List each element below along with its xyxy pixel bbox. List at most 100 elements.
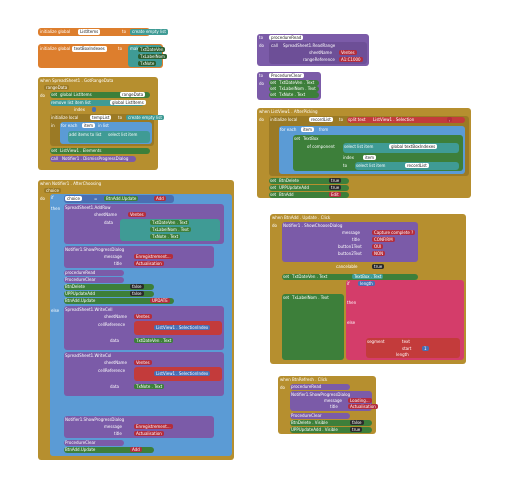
bool-true[interactable]: true [350,427,363,432]
set-delete-visible[interactable]: BtnDelete false [64,284,154,290]
split-comma[interactable]: , [447,117,453,122]
set-upp-visible[interactable]: set UPPUpdateAdd true [269,185,349,191]
dialog-message[interactable]: Capture complete ? [372,230,416,235]
global-textbox-block[interactable]: initialize global textBoxIndexes to make… [38,44,167,68]
bool-false[interactable]: false [350,420,364,425]
add-items-block[interactable]: add items to list select list item [68,131,150,143]
selection-index[interactable]: ListView1 . SelectionIndex [154,325,211,330]
bool-true[interactable]: true [329,185,342,190]
set-upp-visible[interactable]: UPPUpdateAdd false [64,291,154,297]
set-textbox-text[interactable]: set TextBox of component select list ite… [293,135,463,171]
call-procclear[interactable]: ProcedureClear [290,413,350,419]
call-writecell[interactable]: SpreadSheet1.WriteCell sheetName Ventes … [64,306,224,350]
create-empty-list[interactable]: create empty list [130,29,168,35]
button1-value[interactable]: OUI [372,244,384,249]
range-value[interactable]: A1:C1000 [339,57,363,62]
local-name[interactable]: recordList [309,117,333,122]
init-local-recordlist[interactable]: initialize local recordList to split tex… [269,116,469,176]
progress-message[interactable]: Enregistrement... [134,254,173,259]
param-choice[interactable]: choice [44,188,61,193]
event-btnadd-click[interactable]: when BtnAdd . Update . Click do Notifier… [270,214,466,364]
data-item-2[interactable]: TxNote . Text [150,234,181,239]
get-rangedata[interactable]: rangeData [120,92,146,97]
set-delete-visible[interactable]: BtnDelete . Visible false [290,420,372,426]
segment-block[interactable]: segment text start 1 length [366,338,460,358]
text-update[interactable]: UPDATE [150,298,170,303]
readrange-call[interactable]: call SpreadSheet1.ReadRange sheetName Ve… [269,42,367,64]
progress-message[interactable]: Loading... [348,398,372,403]
get-item[interactable]: item [363,155,377,160]
set-btndelete-visible[interactable]: set BtnDelete true [269,178,349,184]
call-progress[interactable]: Notifier1.ShowProgressDialog message Loa… [290,391,378,411]
text-add[interactable]: Add [154,196,166,201]
cancelable-value[interactable]: true [372,264,385,269]
sheet-value[interactable]: Ventes [128,212,146,217]
local-empty[interactable]: create empty list [126,115,164,120]
btnadd-text[interactable]: BtnAdd.Update [104,196,139,201]
global-name[interactable]: ListItems [78,29,101,35]
make-list-data[interactable]: TxtDateVen . Text TxLabelNom . Text TxNo… [120,219,220,241]
set-row-2[interactable]: set TxNote . Text [269,92,319,98]
call-progress-2[interactable]: Notifier1.ShowProgressDialog message Enr… [64,416,214,438]
local-name[interactable]: tempList [90,115,112,120]
data-item-0[interactable]: TxtDateVen . Text [150,220,190,225]
data-value[interactable]: TxNote . Text [134,384,165,389]
split-text[interactable]: split text ListView1 . Selection , [347,117,465,123]
progress-title[interactable]: Actualisation [348,404,378,409]
init-local-block[interactable]: initialize local tempList to create empt… [50,114,164,146]
set-label-text[interactable]: set TxLabelNom . Text [282,294,344,360]
data-item-1[interactable]: TxLabelNom . Text [150,227,191,232]
button2-value[interactable]: NON [372,251,386,256]
progress-title[interactable]: Actualisation [134,431,164,436]
call-procclear-2[interactable]: ProcedureClear [64,440,124,446]
sheet-value[interactable]: Ventes [134,360,152,365]
call-procclear[interactable]: ProcedureClear [64,277,124,283]
set-btnadd-text-2[interactable]: BtnAdd.Update Add [64,447,154,453]
foreach-item[interactable]: item [301,127,315,132]
if-block[interactable]: if choice = BtnAdd.Update Add then Sprea… [50,194,232,456]
global-listitems-block[interactable]: initialize global ListItems to create em… [38,28,168,36]
index-one[interactable] [92,107,96,112]
progress-message[interactable]: Enregistrement... [134,424,173,429]
event-afterpicking[interactable]: when ListView1 . AfterPicking do initial… [257,108,471,198]
event-gotrangedata[interactable]: when SpreadSheet1 . GotRangeData rangeDa… [38,77,164,170]
set-btnadd-text[interactable]: set BtnAdd Edit [269,192,349,198]
get-choice[interactable]: choice [65,196,82,201]
join-cellref[interactable]: ListView1 . SelectionIndex [134,367,222,381]
if-expression[interactable]: if length then else segment text start 1… [346,280,464,360]
bool-true[interactable]: true [329,178,342,183]
text-edit[interactable]: Edit [329,192,341,197]
global-name[interactable]: textBoxIndexes [72,46,107,52]
call-procread[interactable]: procedureRead [290,384,350,390]
list-item-0[interactable]: TxtDateVen [138,47,166,52]
for-each-number[interactable]: for each item from set TextBox of compon… [279,126,465,174]
dialog-title[interactable]: CONFIRM [372,237,395,242]
join-cellref[interactable]: ListView1 . SelectionIndex [134,321,222,335]
get-recordlist[interactable]: recordList [405,163,429,168]
get-textbox-indexes[interactable]: global textBoxIndexes [389,144,438,149]
procedure-read-block[interactable]: to procedureRead do call SpreadSheet1.Re… [257,34,369,66]
select-from-record[interactable]: select list item recordList [355,162,459,170]
call-addrow[interactable]: SpreadSheet1.AddRow sheetName Ventes dat… [64,204,224,244]
sheet-value[interactable]: Ventes [134,314,152,319]
call-progress[interactable]: Notifier1.ShowProgressDialog message Enr… [64,246,214,268]
procedure-clear-block[interactable]: to ProcedureClear do set TxtDateVen . Te… [257,72,321,100]
call-procread[interactable]: procedureRead [64,270,124,276]
compare-block[interactable]: choice = BtnAdd.Update Add [64,195,174,203]
call-writecol[interactable]: SpreadSheet1.WriteCol sheetName Ventes c… [64,352,224,396]
bool-false[interactable]: false [130,284,144,289]
list-item-2[interactable]: TxNote [138,61,157,66]
proc-name[interactable]: ProcedureClear [269,73,304,78]
select-list-item[interactable]: select list item global textBoxIndexes [343,143,459,153]
remove-list-item[interactable]: remove list item list global ListItems [50,100,146,106]
proc-name[interactable]: procedureRead [269,35,304,40]
start-one[interactable]: 1 [422,346,429,351]
set-global-listitems[interactable]: set global ListItems rangeData [50,92,150,98]
selection-index[interactable]: ListView1 . SelectionIndex [154,371,211,376]
get-listitems[interactable]: global ListItems [110,100,146,105]
set-upp-visible[interactable]: UPPUpdateAdd . Visible true [290,427,372,433]
set-btnadd-text[interactable]: BtnAdd.Update UPDATE [64,298,174,304]
get-textbox[interactable]: TextBox . Text [352,274,384,279]
data-value[interactable]: TxtDateVen . Text [134,338,174,343]
bool-false[interactable]: false [130,291,144,296]
